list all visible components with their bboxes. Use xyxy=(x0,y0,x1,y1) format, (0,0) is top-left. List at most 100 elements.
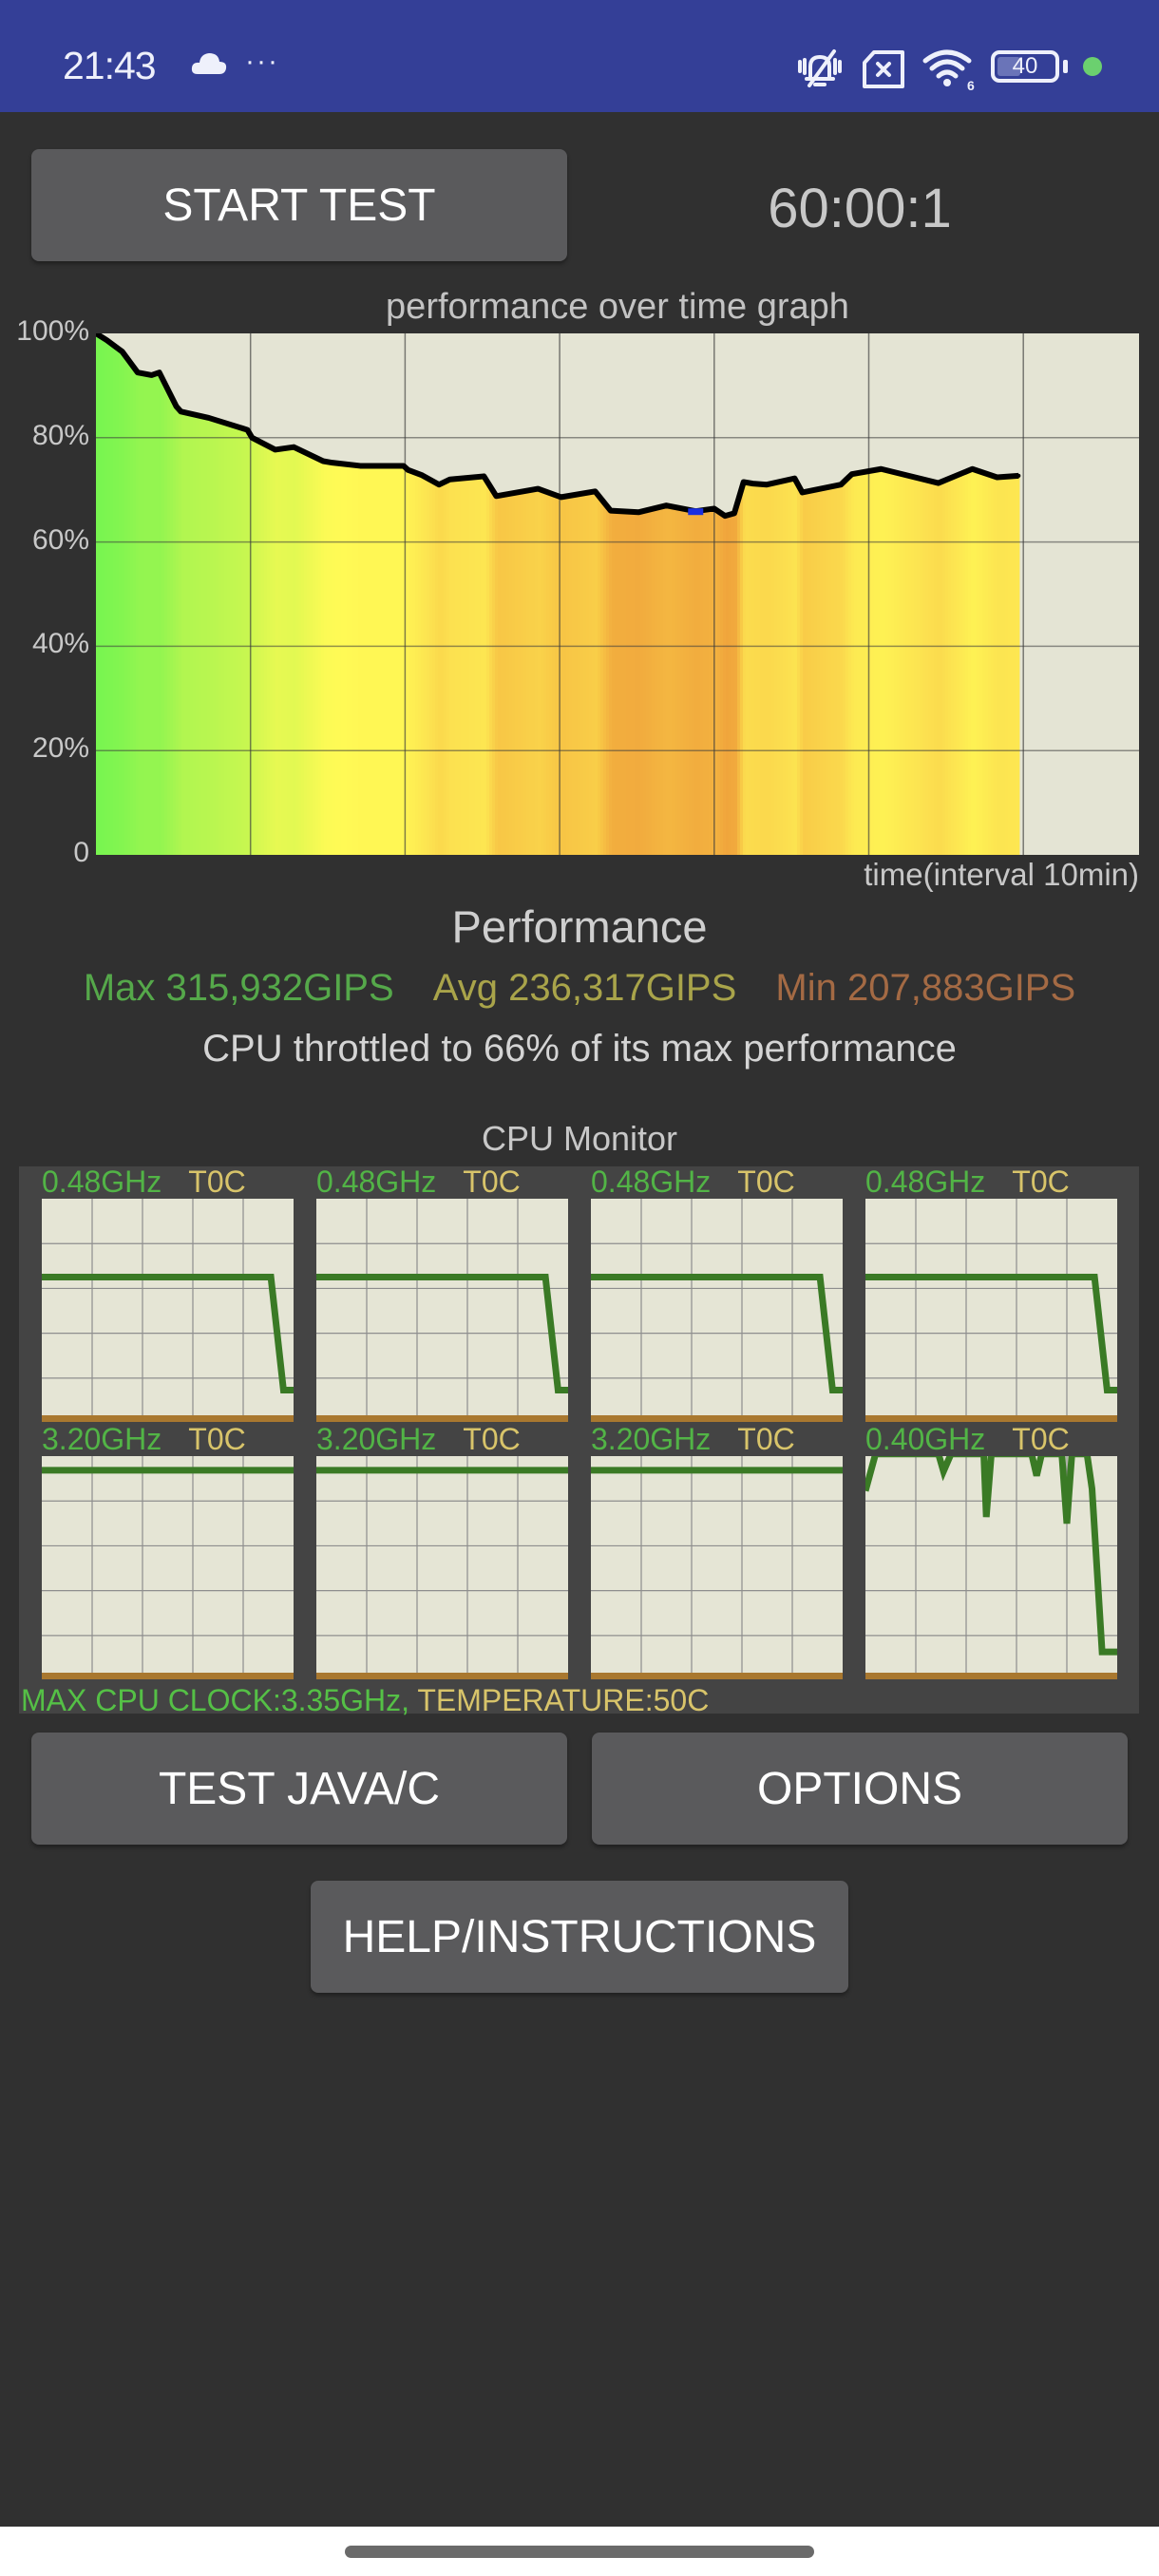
performance-fill-column xyxy=(387,465,390,855)
performance-fill-column xyxy=(925,480,929,855)
performance-point xyxy=(292,445,296,449)
performance-fill-column xyxy=(287,447,291,855)
performance-fill-column xyxy=(771,483,775,855)
core-frequency: 0.48GHz xyxy=(591,1165,712,1199)
performance-point xyxy=(245,427,250,432)
performance-fill-column xyxy=(669,505,673,855)
performance-fill-column xyxy=(589,492,593,855)
performance-fill-column xyxy=(643,511,647,855)
performance-fill-column xyxy=(492,489,496,855)
performance-fill-column xyxy=(945,480,949,855)
performance-fill-column xyxy=(791,479,795,855)
performance-fill-column xyxy=(911,476,915,855)
performance-fill-column xyxy=(290,447,294,855)
performance-fill-column xyxy=(1002,477,1006,855)
performance-fill-column xyxy=(173,399,177,855)
performance-fill-column xyxy=(244,428,248,855)
performance-point xyxy=(732,511,736,516)
performance-fill-column xyxy=(549,492,553,855)
performance-fill-column xyxy=(843,483,846,855)
performance-fill-column xyxy=(578,494,581,855)
performance-fill-column xyxy=(994,476,998,855)
performance-fill-column xyxy=(344,464,348,855)
help-instructions-button[interactable]: HELP/INSTRUCTIONS xyxy=(311,1881,848,1993)
performance-fill-column xyxy=(441,483,445,855)
cpu-temperature: TEMPERATURE:50C xyxy=(409,1683,710,1717)
performance-fill-column xyxy=(592,491,596,855)
performance-fill-column xyxy=(583,493,587,855)
performance-fill-column xyxy=(301,450,305,855)
performance-fill-column xyxy=(632,511,636,855)
performance-fill-column xyxy=(806,491,809,855)
performance-point xyxy=(936,481,940,485)
core-load-bar xyxy=(42,1673,294,1679)
performance-fill-column xyxy=(133,366,137,855)
performance-fill-column xyxy=(709,509,712,855)
performance-fill-column xyxy=(458,478,462,855)
performance-fill-column xyxy=(683,508,687,855)
performance-fill-column xyxy=(757,483,761,855)
performance-fill-column xyxy=(951,478,955,855)
performance-fill-column xyxy=(521,491,524,855)
performance-fill-column xyxy=(278,448,282,855)
performance-fill-column xyxy=(307,453,311,855)
performance-fill-column xyxy=(586,492,590,855)
test-java-c-button[interactable]: TEST JAVA/C xyxy=(31,1733,567,1845)
performance-fill-column xyxy=(190,413,194,855)
performance-point xyxy=(330,461,334,465)
options-button[interactable]: OPTIONS xyxy=(592,1733,1128,1845)
performance-fill-column xyxy=(469,477,473,855)
start-test-button[interactable]: START TEST xyxy=(31,149,567,261)
performance-fill-column xyxy=(233,425,237,855)
performance-fill-column xyxy=(327,462,331,855)
performance-fill-column xyxy=(615,510,618,855)
max-performance: Max 315,932GIPS xyxy=(83,967,394,1009)
performance-fill-column xyxy=(546,491,550,855)
performance-fill-column xyxy=(965,471,969,855)
performance-fill-column xyxy=(221,422,225,855)
performance-fill-column xyxy=(854,473,858,855)
core-load-bar xyxy=(316,1415,568,1422)
performance-fill-column xyxy=(934,482,938,855)
performance-fill-column xyxy=(486,480,490,855)
performance-fill-column xyxy=(475,477,479,855)
performance-fill-column xyxy=(917,477,921,855)
performance-fill-column xyxy=(176,405,180,855)
performance-fill-column xyxy=(948,479,952,855)
performance-fill-column xyxy=(635,512,638,855)
performance-fill-column xyxy=(823,488,826,855)
performance-fill-column xyxy=(974,469,978,855)
performance-fill-column xyxy=(620,511,624,855)
performance-fill-column xyxy=(700,510,704,855)
silent-bell-icon xyxy=(798,49,842,87)
performance-fill-column xyxy=(1014,476,1017,855)
performance-fill-column xyxy=(922,479,926,855)
performance-fill-column xyxy=(677,507,681,855)
performance-fill-column xyxy=(210,418,214,855)
performance-fill-column xyxy=(444,482,447,855)
performance-fill-column xyxy=(415,472,419,855)
performance-fill-column xyxy=(1016,476,1020,855)
core-frequency: 3.20GHz xyxy=(42,1422,162,1456)
core-frequency-graph xyxy=(591,1456,843,1674)
performance-fill-column xyxy=(227,423,231,855)
cpu-monitor-footer: MAX CPU CLOCK:3.35GHz, TEMPERATURE:50C xyxy=(21,1683,709,1718)
performance-point xyxy=(664,503,669,508)
performance-fill-column xyxy=(769,483,772,855)
performance-fill-column xyxy=(874,470,878,855)
performance-fill-column xyxy=(538,488,542,855)
performance-point xyxy=(447,477,452,482)
performance-fill-column xyxy=(535,489,539,855)
performance-fill-column xyxy=(706,509,710,855)
performance-point xyxy=(358,464,363,468)
home-gesture-handle[interactable] xyxy=(345,2546,814,2558)
performance-fill-column xyxy=(826,487,829,855)
core-temperature: T0C xyxy=(463,1165,521,1199)
core-temperature: T0C xyxy=(188,1165,246,1199)
performance-fill-column xyxy=(777,482,781,855)
performance-fill-column xyxy=(543,490,547,855)
performance-fill-column xyxy=(96,333,100,855)
performance-fill-column xyxy=(674,506,678,855)
performance-fill-column xyxy=(230,424,234,855)
core-frequency-graph xyxy=(865,1456,1117,1674)
